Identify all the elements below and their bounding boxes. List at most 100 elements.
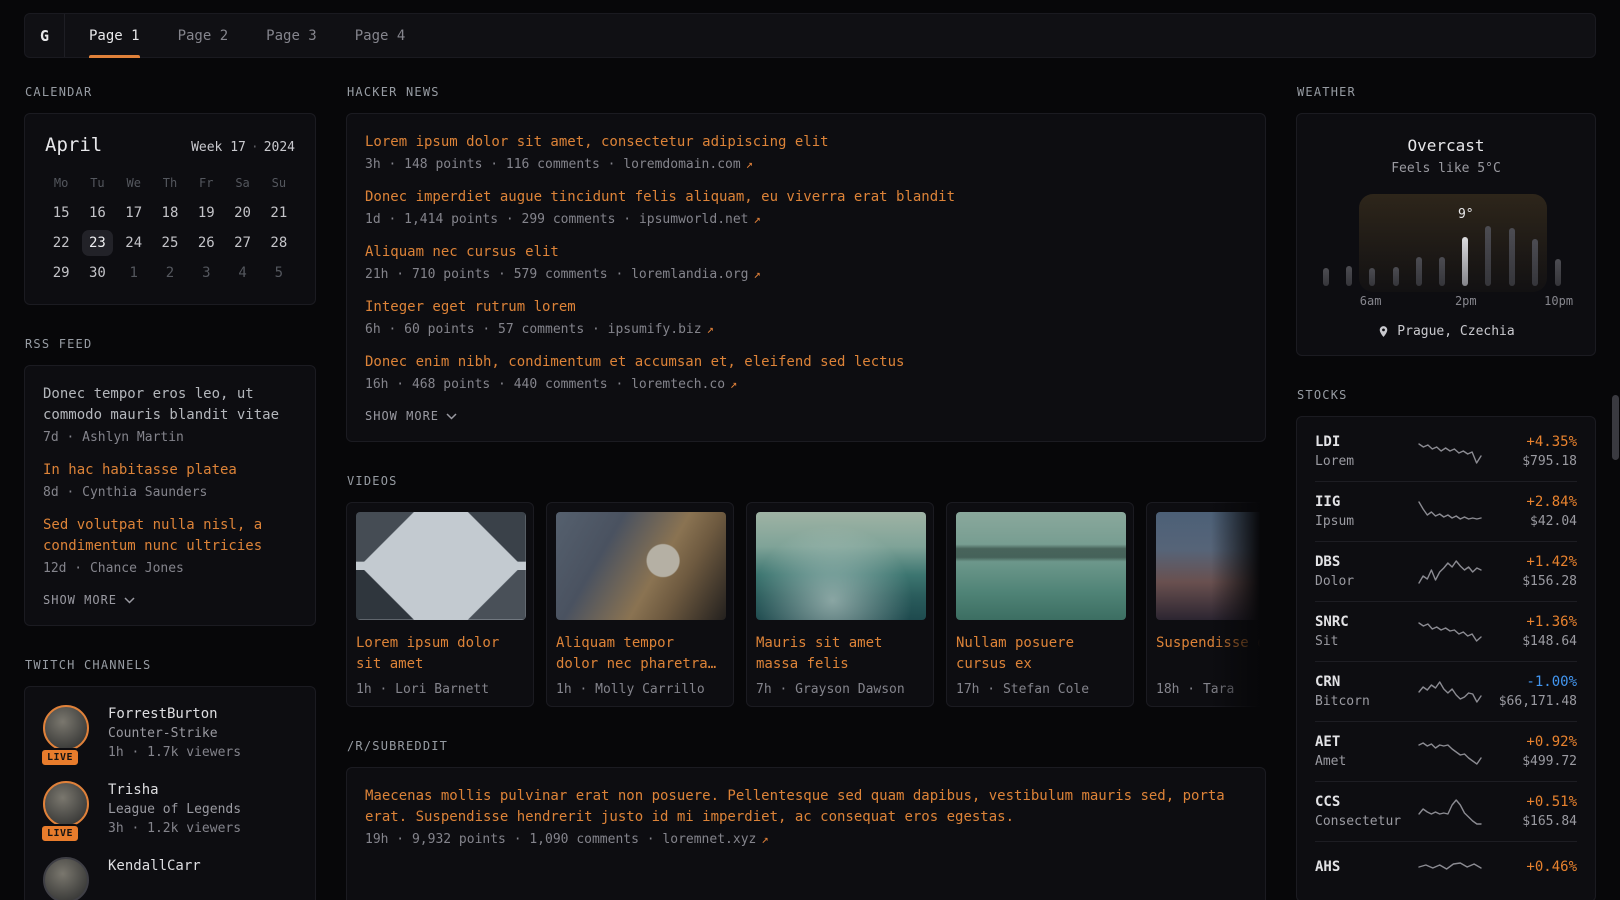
calendar-day: 27 (227, 230, 258, 256)
stock-price: $148.64 (1483, 634, 1577, 649)
meta-text: 19h · 9,932 points · 1,090 comments · (365, 832, 655, 847)
stock-price: $42.04 (1483, 514, 1577, 529)
stock-sparkline (1417, 797, 1483, 827)
calendar-day: 17 (118, 200, 149, 226)
middle-column: HACKER NEWS Lorem ipsum dolor sit amet, … (346, 85, 1266, 900)
hackernews-item-title[interactable]: Integer eget rutrum lorem (365, 297, 1247, 318)
avatar-image (43, 705, 89, 751)
calendar-day: 15 (46, 200, 77, 226)
stock-row[interactable]: AET Amet +0.92% $499.72 (1315, 721, 1577, 781)
video-card[interactable]: Mauris sit amet massa felis 7h · Grayson… (746, 502, 934, 707)
calendar-month: April (45, 134, 102, 156)
video-thumbnail[interactable] (356, 512, 526, 620)
hackernews-item-title[interactable]: Lorem ipsum dolor sit amet, consectetur … (365, 132, 1247, 153)
show-more-label: SHOW MORE (43, 593, 117, 607)
external-link-icon: ↗ (754, 267, 761, 281)
stock-price: $795.18 (1483, 454, 1577, 469)
calendar-day-header: Th (152, 176, 188, 196)
stock-change: +1.42% (1483, 554, 1577, 570)
stock-ticker[interactable]: IIG (1315, 494, 1417, 510)
video-card[interactable]: Nullam posuere cursus ex 17h · Stefan Co… (946, 502, 1134, 707)
video-title[interactable]: Suspendisse diam (1156, 633, 1266, 675)
stock-ticker[interactable]: CCS (1315, 794, 1417, 810)
hackernews-item: Donec imperdiet augue tincidunt felis al… (365, 187, 1247, 227)
stock-row[interactable]: CCS Consectetur +0.51% $165.84 (1315, 781, 1577, 841)
rss-item-title[interactable]: Sed volutpat nulla nisl, a condimentum n… (43, 515, 297, 557)
hackernews-item-domain[interactable]: loremtech.co (631, 377, 725, 392)
twitch-channel-name[interactable]: Trisha (108, 781, 241, 798)
video-card[interactable]: Lorem ipsum dolor sit amet consectetu… 1… (346, 502, 534, 707)
hackernews-item-domain[interactable]: loremlandia.org (631, 267, 748, 282)
hackernews-item-title[interactable]: Donec enim nibh, condimentum et accumsan… (365, 352, 1247, 373)
subreddit-post-meta: 19h · 9,932 points · 1,090 comments · lo… (365, 832, 1247, 847)
stock-ticker[interactable]: DBS (1315, 554, 1417, 570)
calendar-grid: Mo Tu We Th Fr Sa Su 15 16 17 18 19 20 2… (43, 176, 297, 286)
nav-tab-page-2[interactable]: Page 2 (178, 14, 229, 57)
stock-ticker[interactable]: AHS (1315, 859, 1417, 875)
hackernews-item-title[interactable]: Aliquam nec cursus elit (365, 242, 1247, 263)
subreddit-post-title[interactable]: Maecenas mollis pulvinar erat non posuer… (365, 786, 1247, 828)
hackernews-item-domain[interactable]: ipsumworld.net (639, 212, 749, 227)
video-title[interactable]: Nullam posuere cursus ex (956, 633, 1124, 675)
twitch-channel-row[interactable]: LIVE Trisha League of Legends 3h · 1.2k … (43, 781, 297, 836)
stock-row[interactable]: IIG Ipsum +2.84% $42.04 (1315, 481, 1577, 541)
page-scrollbar-thumb[interactable] (1612, 395, 1619, 460)
nav-tab-page-4[interactable]: Page 4 (355, 14, 406, 57)
rss-card: Donec tempor eros leo, ut commodo mauris… (24, 365, 316, 626)
stock-row[interactable]: SNRC Sit +1.36% $148.64 (1315, 601, 1577, 661)
subreddit-widget: /R/SUBREDDIT Maecenas mollis pulvinar er… (346, 739, 1266, 900)
stock-ticker[interactable]: CRN (1315, 674, 1417, 690)
rss-item-title[interactable]: In hac habitasse platea (43, 460, 297, 481)
hackernews-show-more-button[interactable]: SHOW MORE (365, 409, 1247, 423)
meta-text: 1d · 1,414 points · 299 comments · (365, 212, 631, 227)
twitch-channel-name[interactable]: KendallCarr (108, 857, 201, 874)
hackernews-item-domain[interactable]: loremdomain.com (623, 157, 740, 172)
rss-item-title[interactable]: Donec tempor eros leo, ut commodo mauris… (43, 384, 297, 426)
stock-ticker[interactable]: AET (1315, 734, 1417, 750)
videos-carousel: Lorem ipsum dolor sit amet consectetu… 1… (346, 502, 1266, 707)
nav-tab-page-3[interactable]: Page 3 (266, 14, 317, 57)
video-title[interactable]: Mauris sit amet massa felis (756, 633, 924, 675)
app-logo[interactable]: G (25, 14, 65, 57)
video-thumbnail[interactable] (556, 512, 726, 620)
calendar-day-header: We (116, 176, 152, 196)
rss-show-more-button[interactable]: SHOW MORE (43, 593, 297, 607)
separator-dot: · (251, 140, 259, 155)
twitch-section-title: TWITCH CHANNELS (25, 658, 316, 672)
stocks-widget: STOCKS LDI Lorem +4.35% $795.18 (1296, 388, 1596, 900)
stock-values: +0.46% (1483, 859, 1577, 879)
external-link-icon: ↗ (730, 377, 737, 391)
twitch-channel-name[interactable]: ForrestBurton (108, 705, 241, 722)
twitch-channel-row[interactable]: LIVE ForrestBurton Counter-Strike 1h · 1… (43, 705, 297, 760)
hackernews-card: Lorem ipsum dolor sit amet, consectetur … (346, 113, 1266, 442)
stock-row[interactable]: AHS +0.46% (1315, 841, 1577, 896)
twitch-channel-info: KendallCarr (108, 857, 201, 900)
stock-row[interactable]: CRN Bitcorn -1.00% $66,171.48 (1315, 661, 1577, 721)
subreddit-post-domain[interactable]: loremnet.xyz (662, 832, 756, 847)
video-card[interactable]: Suspendisse diam 18h · Tara (1146, 502, 1266, 707)
video-thumbnail[interactable] (1156, 512, 1266, 620)
chevron-down-icon (446, 413, 457, 420)
calendar-day: 2 (154, 260, 185, 286)
video-card[interactable]: Aliquam tempor dolor nec pharetra… 1h · … (546, 502, 734, 707)
rss-widget: RSS FEED Donec tempor eros leo, ut commo… (24, 337, 316, 626)
video-thumbnail[interactable] (956, 512, 1126, 620)
subreddit-section-title: /R/SUBREDDIT (347, 739, 1266, 753)
weather-bar (1485, 226, 1491, 286)
stock-row[interactable]: LDI Lorem +4.35% $795.18 (1315, 422, 1577, 481)
stock-row[interactable]: DBS Dolor +1.42% $156.28 (1315, 541, 1577, 601)
stock-ticker[interactable]: LDI (1315, 434, 1417, 450)
hackernews-item-domain[interactable]: ipsumify.biz (608, 322, 702, 337)
video-title[interactable]: Aliquam tempor dolor nec pharetra… (556, 633, 724, 675)
video-title[interactable]: Lorem ipsum dolor sit amet consectetu… (356, 633, 524, 675)
stock-name: Lorem (1315, 454, 1417, 469)
external-link-icon: ↗ (761, 832, 768, 846)
weather-bar-current (1462, 237, 1468, 286)
stock-price: $66,171.48 (1483, 694, 1577, 709)
hackernews-item-title[interactable]: Donec imperdiet augue tincidunt felis al… (365, 187, 1247, 208)
twitch-channel-row[interactable]: LIVE KendallCarr (43, 857, 297, 900)
nav-tab-page-1[interactable]: Page 1 (89, 14, 140, 57)
external-link-icon: ↗ (754, 212, 761, 226)
stock-ticker[interactable]: SNRC (1315, 614, 1417, 630)
video-thumbnail[interactable] (756, 512, 926, 620)
